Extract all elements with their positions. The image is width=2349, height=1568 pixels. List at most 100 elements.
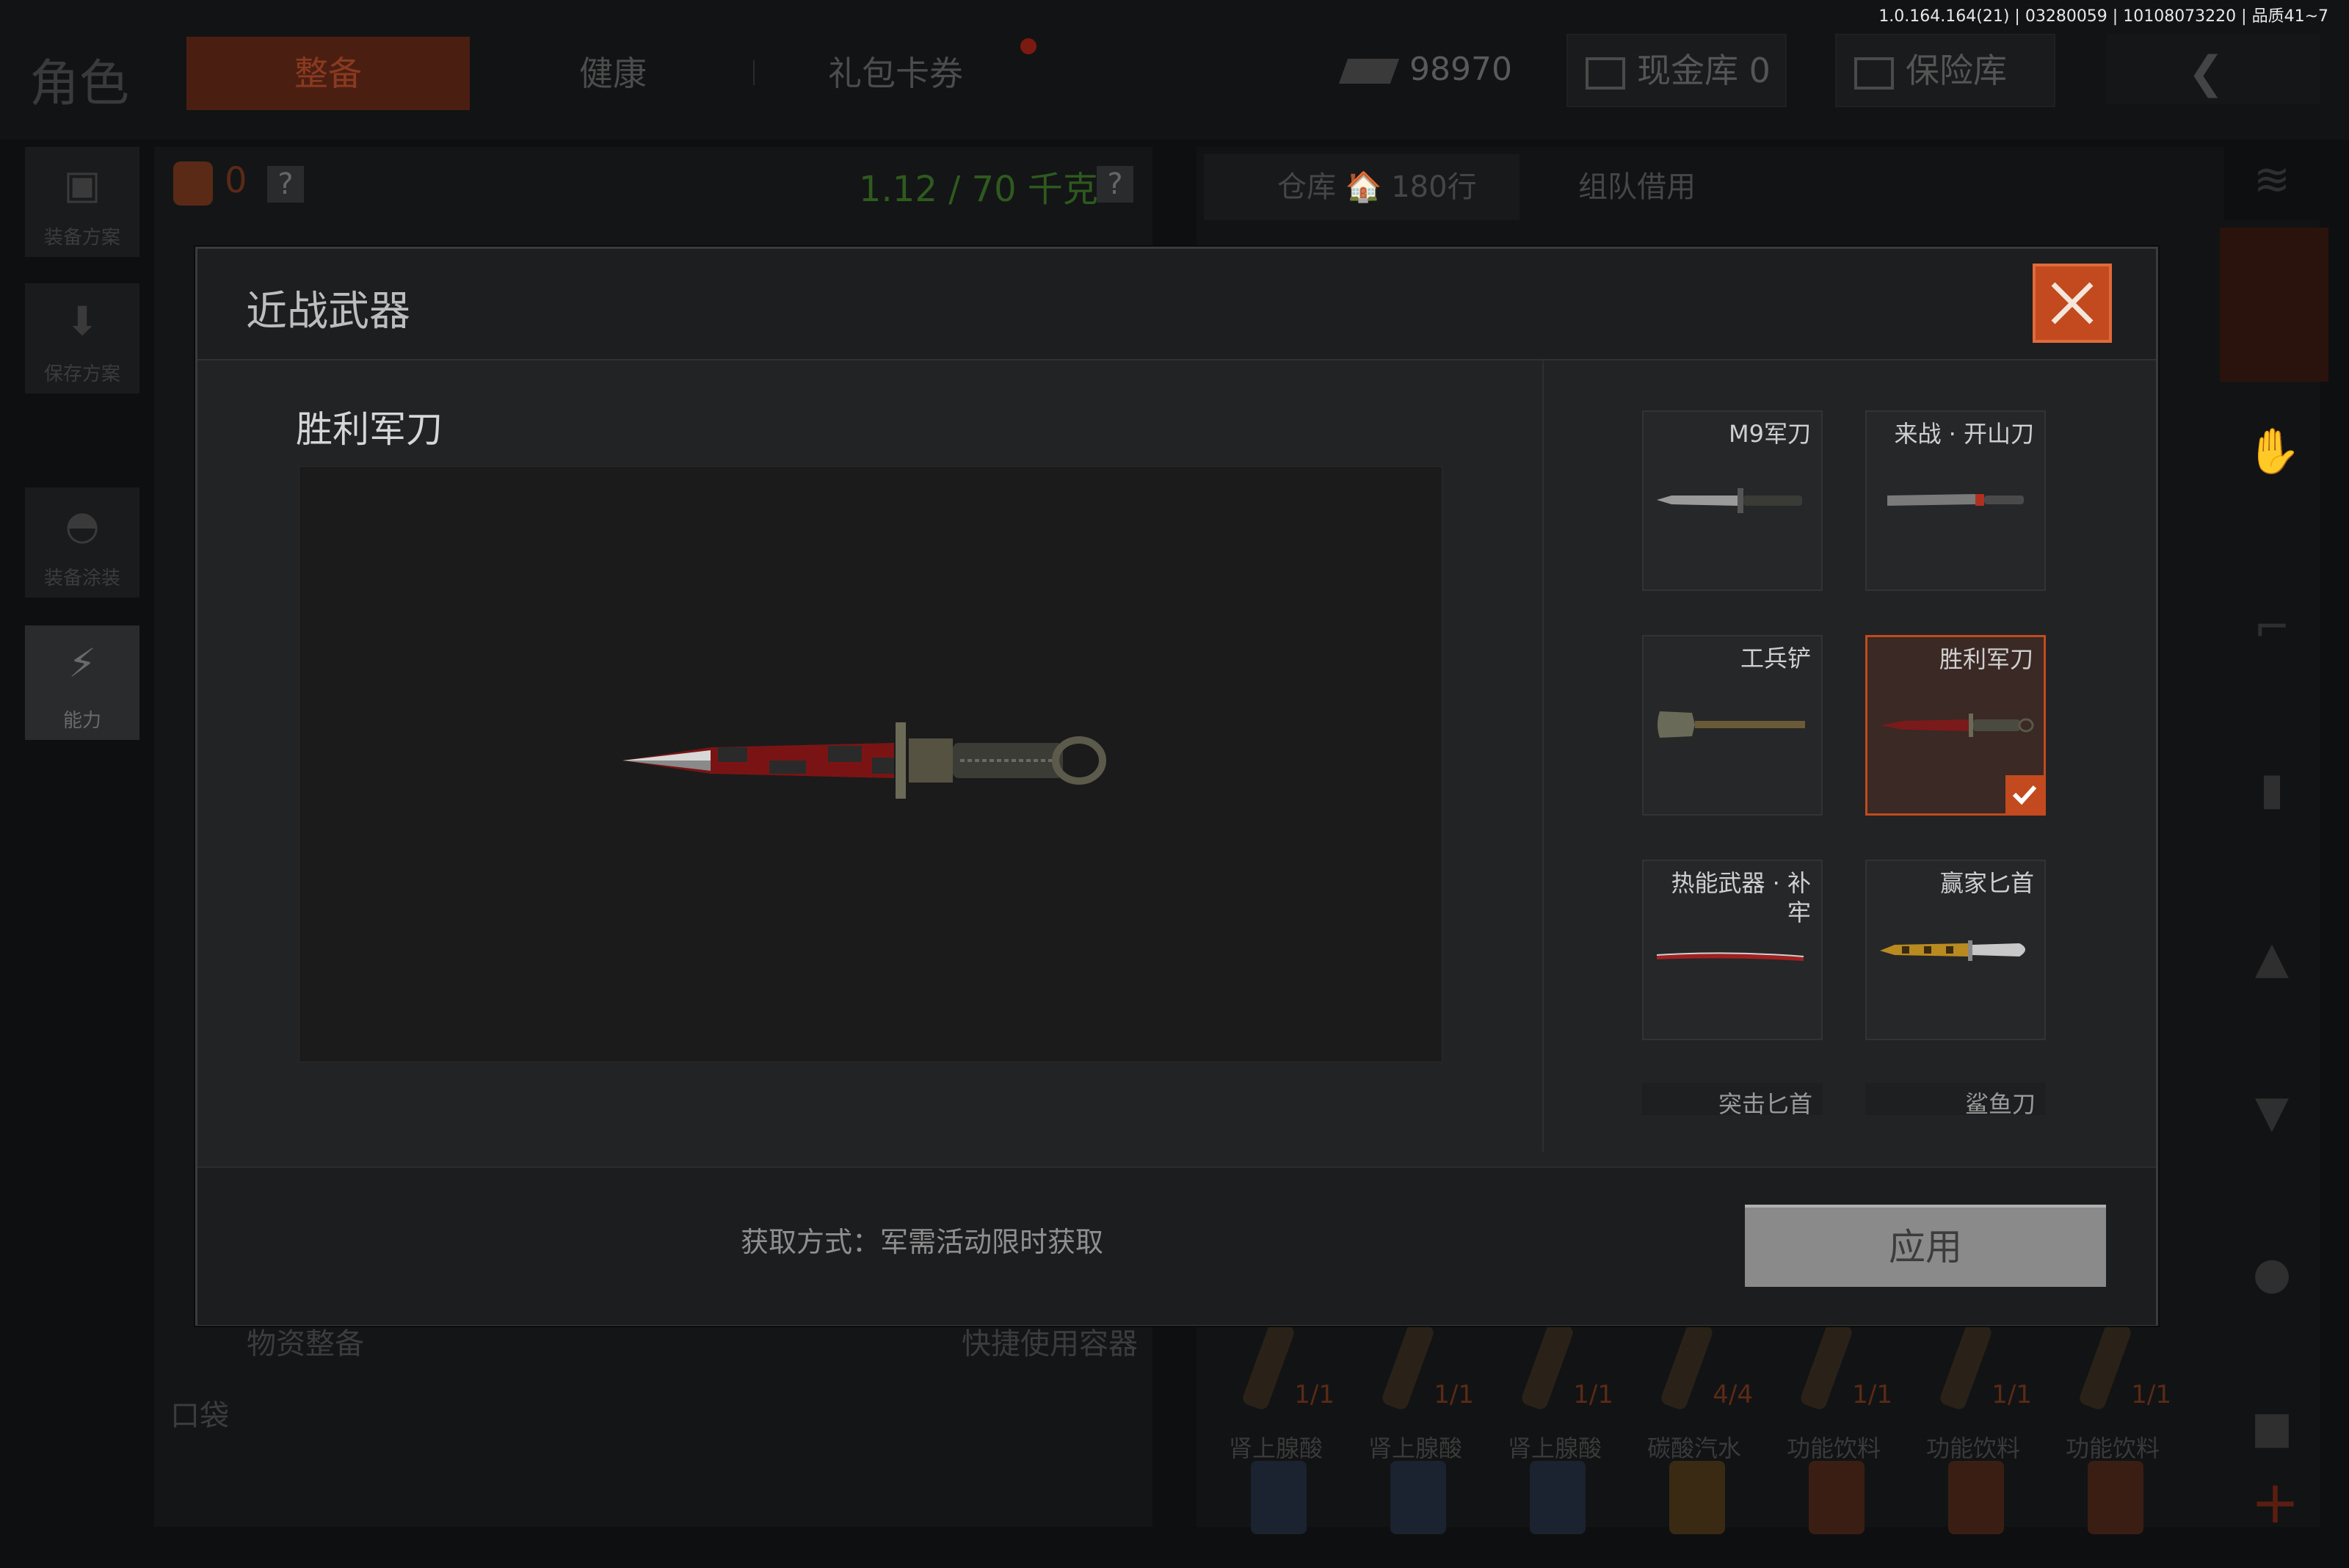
weapon-card-label: 鲨鱼刀 [1964, 1090, 2036, 1118]
weapon-card-shovel[interactable]: 工兵铲 [1642, 635, 1823, 816]
supply-slot[interactable]: 1/1 [2048, 1319, 2177, 1412]
apply-button[interactable]: 应用 [1745, 1205, 2106, 1287]
supply-slot[interactable]: 4/4 [1630, 1319, 1759, 1412]
selected-check [2005, 775, 2044, 813]
weapon-card-shark-knife[interactable]: 鲨鱼刀 [1865, 1083, 2046, 1118]
weapon-card-label: M9军刀 [1729, 420, 1811, 448]
weapon-preview[interactable] [299, 466, 1442, 1062]
drink-name: 碳酸汽水 [1647, 1434, 1741, 1462]
rifle-icon[interactable]: ⌐ [2246, 602, 2298, 653]
lightning-icon: ⚡ [68, 640, 96, 686]
box-icon[interactable]: ■ [2246, 1402, 2298, 1453]
weapon-card-m9[interactable]: M9军刀 [1642, 410, 1823, 591]
weapon-card-label: 赢家匕首 [1939, 869, 2034, 897]
vault-icon [1586, 57, 1625, 90]
weapon-card-assault-dagger[interactable]: 突击匕首 [1642, 1083, 1823, 1118]
drink-slot[interactable]: 肾上腺酸 [1211, 1424, 1340, 1534]
supply-slot[interactable]: 1/1 [1211, 1319, 1340, 1412]
sidebar-item-equip-skin[interactable]: ◓ 装备涂装 [25, 487, 139, 598]
weapon-card-label: 突击匕首 [1718, 1090, 1812, 1118]
supply-slot[interactable]: 1/1 [1769, 1319, 1898, 1412]
weapon-card-victory-knife[interactable]: 胜利军刀 [1865, 635, 2046, 816]
can-icon [1948, 1461, 2004, 1534]
helmet-icon: ◓ [65, 502, 100, 548]
safe-icon [1854, 57, 1894, 90]
tab-warehouse[interactable]: 仓库 🏠 180行 [1204, 154, 1520, 220]
tab-equip[interactable]: 整备 [186, 37, 470, 110]
drink-slot[interactable]: 肾上腺酸 [1351, 1424, 1480, 1534]
sidebar-item-label: 保存方案 [43, 363, 120, 385]
stim-icon [1798, 1319, 1854, 1412]
supply-slot[interactable]: 1/1 [1351, 1319, 1480, 1412]
right-category-rail [2224, 220, 2320, 1527]
role-title: 角色 [29, 55, 130, 113]
can-icon [1530, 1461, 1586, 1534]
drink-name: 功能饮料 [1786, 1434, 1881, 1462]
weapon-card-label: 工兵铲 [1740, 645, 1811, 672]
stim-icon [1241, 1319, 1296, 1412]
drink-slot[interactable]: 碳酸汽水 [1630, 1424, 1759, 1534]
tab-gift-coupons[interactable]: 礼包卡券 [778, 37, 1013, 110]
help-button[interactable]: ? [267, 166, 304, 203]
cash-vault-button[interactable]: 现金库 0 [1566, 34, 1787, 107]
glove-icon[interactable]: ✋ [2246, 426, 2301, 477]
drink-slot[interactable]: 肾上腺酸 [1490, 1424, 1619, 1534]
weight-help-button[interactable]: ? [1097, 166, 1133, 203]
back-button[interactable]: ❮ [2107, 34, 2320, 104]
can-icon [1669, 1461, 1725, 1534]
tab-team-borrow[interactable]: 组队借用 [1578, 154, 1696, 220]
add-icon[interactable]: + [2251, 1468, 2300, 1536]
weapon-card-label: 胜利军刀 [1939, 645, 2033, 673]
supply-slot[interactable]: 1/1 [1909, 1319, 2038, 1412]
close-button[interactable] [2033, 264, 2112, 343]
sidebar-item-ability[interactable]: ⚡ 能力 [25, 625, 139, 740]
bag-count: 0 [225, 160, 247, 201]
close-icon [2051, 282, 2094, 324]
stim-icon [1659, 1319, 1715, 1412]
thermal-blade-icon [1657, 952, 1804, 961]
can-icon [1390, 1461, 1446, 1534]
pocket-label: 口袋 [170, 1399, 229, 1433]
download-icon: ⬇ [65, 298, 99, 344]
magazine-icon[interactable]: ▮ [2246, 763, 2298, 815]
item-count: 1/1 [1852, 1380, 1892, 1409]
stack-icon[interactable]: ≋ [2246, 154, 2298, 206]
drink-slot[interactable]: 功能饮料 [1769, 1424, 1898, 1534]
item-count: 1/1 [2131, 1380, 2171, 1409]
sidebar-item-label: 装备涂装 [43, 567, 120, 589]
m9-knife-icon [1657, 488, 1802, 513]
money-amount: 98970 [1409, 51, 1512, 88]
weapon-card-winner-dagger[interactable]: 赢家匕首 [1865, 860, 2046, 1040]
melee-weapon-dialog: 近战武器 胜利军刀 M9军刀 来战 · 开山刀 工兵铲 胜利军刀 热能武器 · … [195, 247, 2158, 1326]
shovel-icon [1658, 711, 1805, 738]
can-icon [1809, 1461, 1865, 1534]
weapon-card-machete[interactable]: 来战 · 开山刀 [1865, 410, 2046, 591]
vest-rail-icon[interactable]: ▼ [2246, 1086, 2298, 1138]
weight-display: 1.12 / 70 千克 [859, 169, 1098, 210]
tab-separator [753, 60, 755, 85]
backpack-icon [173, 161, 213, 206]
bullet-icon[interactable]: ▲ [2246, 932, 2298, 984]
dialog-header: 近战武器 [197, 249, 2156, 360]
drink-slot[interactable]: 功能饮料 [1909, 1424, 2038, 1534]
drink-name: 肾上腺酸 [1507, 1434, 1602, 1462]
item-count: 1/1 [1434, 1380, 1474, 1409]
tab-health[interactable]: 健康 [514, 37, 712, 110]
can-icon [1251, 1461, 1307, 1534]
sidebar-item-equip-plan[interactable]: ▣ 装备方案 [25, 147, 139, 257]
quick-container-label: 快捷使用容器 [962, 1327, 1138, 1361]
item-count: 1/1 [1992, 1380, 2032, 1409]
weapon-card-thermal-weapon[interactable]: 热能武器 · 补牢 [1642, 860, 1823, 1040]
supply-prep-label: 物资整备 [247, 1327, 364, 1361]
dialog-title: 近战武器 [246, 288, 410, 335]
supply-slot[interactable]: 1/1 [1490, 1319, 1619, 1412]
checkmark-icon [2012, 785, 2037, 805]
victory-knife-icon [1881, 714, 2034, 737]
sidebar-item-save-plan[interactable]: ⬇ 保存方案 [25, 283, 139, 393]
victory-knife-image [622, 722, 1106, 799]
item-count: 1/1 [1294, 1380, 1335, 1409]
grenade-icon[interactable]: ● [2246, 1248, 2298, 1299]
notification-dot [1020, 38, 1036, 54]
drink-slot[interactable]: 功能饮料 [2048, 1424, 2177, 1534]
safe-box-button[interactable]: 保险库 [1835, 34, 2055, 107]
